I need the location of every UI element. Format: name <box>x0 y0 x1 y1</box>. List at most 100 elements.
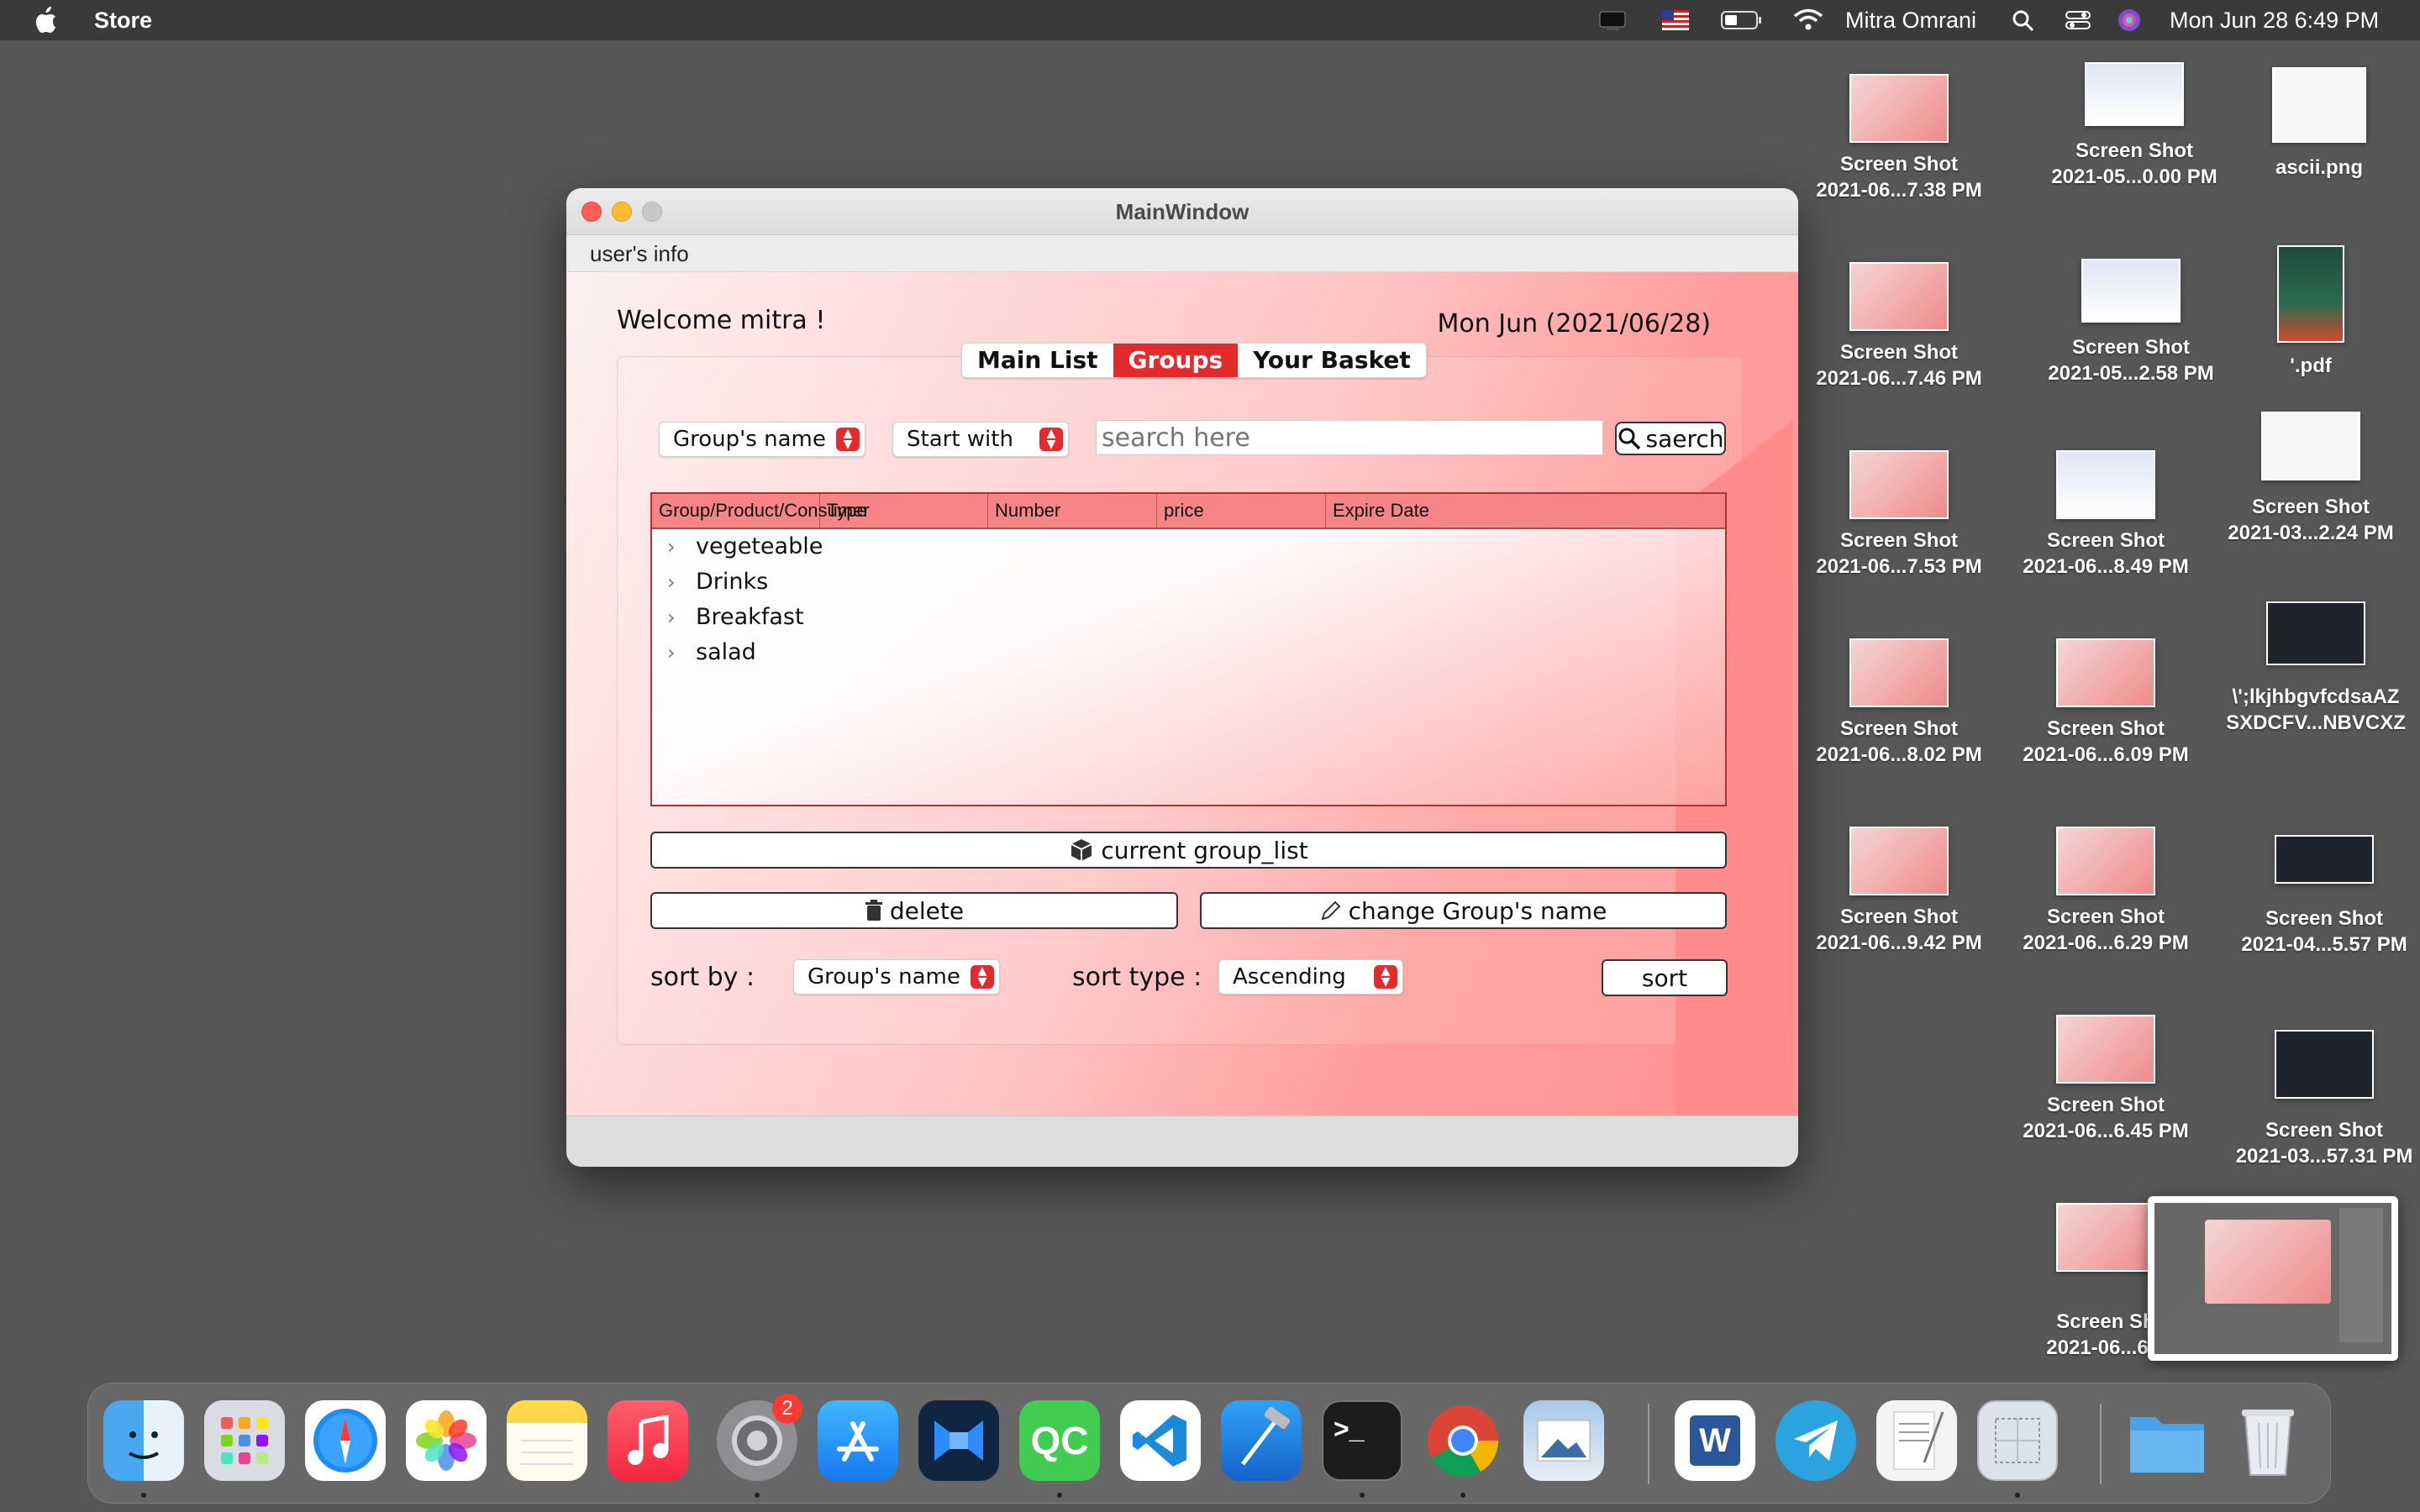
dock-telegram-icon[interactable] <box>1776 1400 1856 1481</box>
dock-launchpad-icon[interactable] <box>204 1400 285 1481</box>
groups-tree-view[interactable]: Group/Product/Consumer Type Number price… <box>650 492 1727 806</box>
apple-icon[interactable] <box>34 0 60 40</box>
dock-preview-icon[interactable] <box>1523 1400 1604 1481</box>
desktop-file-5[interactable]: '.pdf <box>2210 245 2412 379</box>
desktop-file-4[interactable]: Screen Shot 2021-05...2.58 PM <box>2030 259 2232 386</box>
expand-chevron-icon[interactable]: › <box>667 635 676 670</box>
tab-groups[interactable]: Groups <box>1113 344 1239 377</box>
wifi-icon[interactable] <box>1793 8 1823 32</box>
desktop-file-11[interactable]: \';lkjhbgvfcdsaAZ SXDCFV...NBVCXZ <box>2215 601 2417 736</box>
desktop-file-2[interactable]: ascii.png <box>2218 67 2420 181</box>
hammer-icon <box>1241 1407 1291 1466</box>
column-header-group[interactable]: Group/Product/Consumer <box>652 494 870 528</box>
desktop-file-9[interactable]: Screen Shot 2021-06...8.02 PM <box>1798 638 2000 768</box>
desktop-file-12[interactable]: Screen Shot 2021-06...9.42 PM <box>1798 827 2000 956</box>
dock-qt-creator-icon[interactable]: QC <box>1019 1400 1100 1481</box>
file-thumbnail <box>1849 262 1949 331</box>
tree-row-group[interactable]: › Breakfast <box>652 600 1725 635</box>
current-group-list-label: current group_list <box>1101 836 1308 864</box>
running-indicator <box>755 1493 760 1498</box>
desktop-file-3[interactable]: Screen Shot 2021-06...7.46 PM <box>1798 262 2000 391</box>
search-input[interactable] <box>1096 420 1603 455</box>
dock-textedit-icon[interactable] <box>1876 1400 1957 1481</box>
us-flag-icon[interactable] <box>1662 10 1689 30</box>
sort-by-select[interactable]: Group's name ▲ ▼ <box>793 959 1000 995</box>
desktop-file-10[interactable]: Screen Shot 2021-06...6.09 PM <box>2005 638 2207 768</box>
expand-chevron-icon[interactable]: › <box>667 600 676 635</box>
window-titlebar[interactable]: MainWindow <box>566 188 1798 235</box>
change-group-name-label: change Group's name <box>1348 896 1607 925</box>
dock-music-icon[interactable] <box>608 1400 688 1481</box>
change-group-name-button[interactable]: change Group's name <box>1200 892 1727 929</box>
tab-main-list[interactable]: Main List <box>962 344 1113 377</box>
finder-face-icon <box>128 1431 160 1459</box>
dock-finder-icon[interactable] <box>103 1400 184 1481</box>
tab-your-basket[interactable]: Your Basket <box>1238 344 1426 377</box>
control-center-icon[interactable] <box>2065 10 2091 30</box>
file-thumbnail <box>2056 1203 2155 1272</box>
expand-chevron-icon[interactable]: › <box>667 529 676 564</box>
dock-video-app-icon[interactable] <box>918 1400 999 1481</box>
dock-system-preferences-icon[interactable]: 2 <box>717 1394 802 1481</box>
file-name: Screen Shot <box>1839 717 1959 740</box>
siri-icon[interactable] <box>2118 8 2141 32</box>
desktop-file-0[interactable]: Screen Shot 2021-06...7.38 PM <box>1798 74 2000 203</box>
column-header-number[interactable]: Number <box>988 494 1157 528</box>
dock-word-icon[interactable]: W <box>1675 1400 1755 1481</box>
delete-button[interactable]: delete <box>650 892 1178 929</box>
desktop-file-16[interactable]: Screen Shot 2021-03...57.31 PM <box>2223 1030 2420 1169</box>
box-icon <box>1071 839 1092 861</box>
file-thumbnail <box>2272 67 2366 143</box>
tree-row-group[interactable]: › Drinks <box>652 564 1725 600</box>
menubar-app-icon[interactable] <box>1598 8 1627 32</box>
dock-app-store-icon[interactable] <box>818 1400 898 1481</box>
menubar-clock[interactable]: Mon Jun 28 6:49 PM <box>2170 0 2379 40</box>
desktop-file-14[interactable]: Screen Shot 2021-04...5.57 PM <box>2223 835 2420 958</box>
desktop-file-7[interactable]: Screen Shot 2021-06...8.49 PM <box>2005 450 2207 580</box>
filter-mode-select[interactable]: Start with ▲ ▼ <box>892 422 1069 457</box>
file-name-date: SXDCFV...NBVCXZ <box>2226 711 2406 734</box>
tree-row-group[interactable]: › salad <box>652 635 1725 670</box>
tree-row-group[interactable]: › vegeteable <box>652 529 1725 564</box>
file-thumbnail <box>2261 412 2360 480</box>
screenshot-preview-thumbnail[interactable] <box>2148 1196 2398 1361</box>
file-name-date: 2021-03...2.24 PM <box>2228 522 2394 544</box>
word-logo-icon: W <box>1690 1415 1740 1466</box>
dock-xcode-icon[interactable] <box>1221 1400 1302 1481</box>
dock-photos-icon[interactable] <box>406 1400 487 1481</box>
dock-notes-icon[interactable] <box>507 1400 587 1481</box>
file-name-date: 2021-06...7.46 PM <box>1816 367 1982 390</box>
dock-trash-icon[interactable] <box>2228 1400 2308 1481</box>
spotlight-search-icon[interactable] <box>2012 9 2035 33</box>
column-header-expire-date[interactable]: Expire Date <box>1326 494 1725 528</box>
sort-by-label: sort by : <box>650 963 755 992</box>
menu-users-info[interactable]: user's info <box>590 235 689 272</box>
desktop-file-8[interactable]: Screen Shot 2021-03...2.24 PM <box>2210 412 2412 546</box>
desktop-file-15[interactable]: Screen Shot 2021-06...6.45 PM <box>2005 1015 2207 1144</box>
filter-field-select[interactable]: Group's name ▲ ▼ <box>659 422 865 457</box>
welcome-label: Welcome mitra ! <box>617 306 826 335</box>
sort-by-value: Group's name <box>808 964 960 990</box>
dock-separator <box>2100 1404 2102 1484</box>
app-menu-title[interactable]: Store <box>94 0 152 40</box>
search-button[interactable]: saerch <box>1615 422 1726 455</box>
dock-safari-icon[interactable] <box>305 1400 386 1481</box>
desktop-file-13[interactable]: Screen Shot 2021-06...6.29 PM <box>2005 827 2207 956</box>
dock-terminal-icon[interactable]: >_ <box>1322 1400 1402 1481</box>
dock-downloads-folder-icon[interactable] <box>2127 1400 2207 1481</box>
select-arrows-icon: ▲ ▼ <box>1374 965 1397 989</box>
menubar-user-name[interactable]: Mitra Omrani <box>1845 0 1976 40</box>
column-header-price[interactable]: price <box>1157 494 1326 528</box>
battery-icon[interactable] <box>1721 10 1763 30</box>
current-group-list-button[interactable]: current group_list <box>650 832 1727 869</box>
file-name-date: 2021-04...5.57 PM <box>2241 933 2407 956</box>
sort-type-select[interactable]: Ascending ▲ ▼ <box>1218 959 1403 995</box>
column-header-type[interactable]: Type <box>820 494 988 528</box>
dock-vscode-icon[interactable] <box>1120 1400 1201 1481</box>
expand-chevron-icon[interactable]: › <box>667 564 676 600</box>
desktop-file-1[interactable]: Screen Shot 2021-05...0.00 PM <box>2033 62 2235 190</box>
dock-chrome-icon[interactable] <box>1423 1400 1503 1481</box>
sort-button[interactable]: sort <box>1602 959 1728 996</box>
dock-screenshot-icon[interactable] <box>1977 1400 2058 1481</box>
desktop-file-6[interactable]: Screen Shot 2021-06...7.53 PM <box>1798 450 2000 580</box>
